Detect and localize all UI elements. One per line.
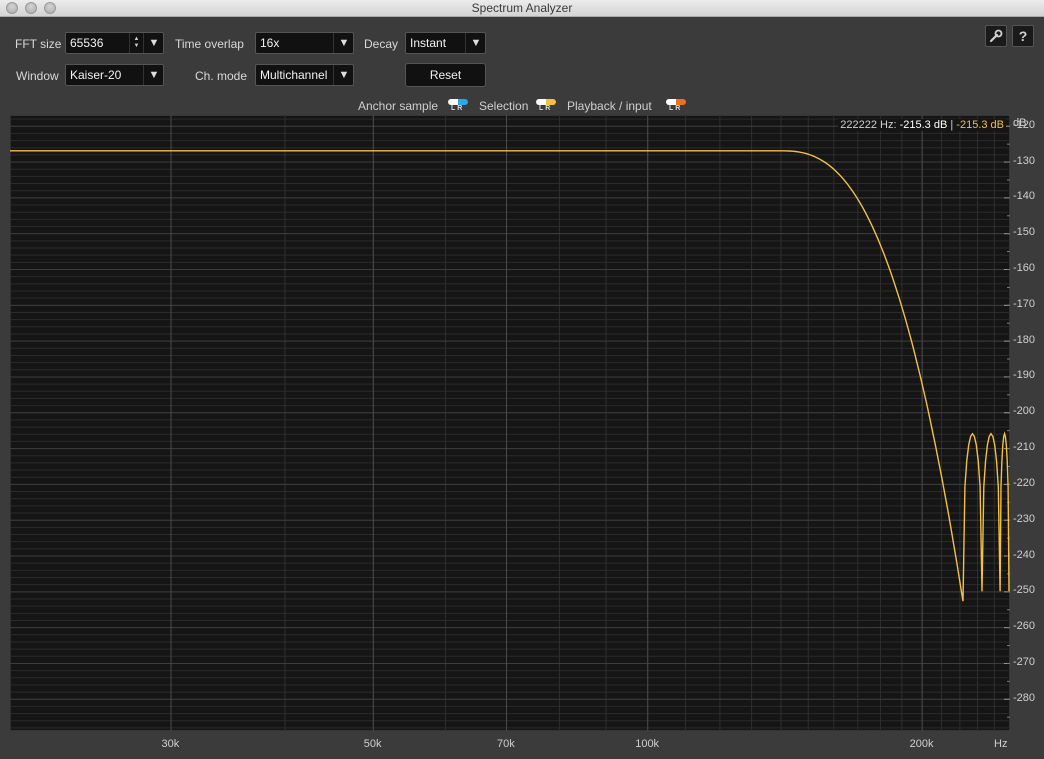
time-overlap-value: 16x <box>260 36 280 50</box>
y-tick-label: -240 <box>1013 548 1036 561</box>
y-tick-label: -280 <box>1013 691 1036 704</box>
decay-select[interactable]: Instant ▼ <box>405 32 486 54</box>
plot-background <box>10 115 1010 731</box>
y-tick-label: -170 <box>1013 297 1036 310</box>
decay-value: Instant <box>410 36 447 50</box>
wrench-icon <box>989 29 1003 43</box>
ch-mode-label: Ch. mode <box>195 69 248 83</box>
y-tick-label: -180 <box>1013 333 1036 346</box>
legend-anchor-label: Anchor sample <box>358 99 439 113</box>
x-tick-label: 50k <box>363 738 382 750</box>
x-tick-label: 200k <box>909 738 934 750</box>
help-button[interactable]: ? <box>1012 25 1034 47</box>
y-tick-label: -160 <box>1013 262 1036 274</box>
decay-label: Decay <box>364 37 399 51</box>
chevron-down-icon[interactable]: ▼ <box>333 33 354 53</box>
y-tick-label: -260 <box>1013 620 1036 633</box>
y-tick-label: -230 <box>1013 512 1036 525</box>
title-bar: Spectrum Analyzer <box>0 0 1044 17</box>
y-tick-label: -150 <box>1013 226 1036 239</box>
y-tick-label: -250 <box>1013 584 1036 597</box>
fft-size-value: 65536 <box>70 36 104 50</box>
settings-wrench-button[interactable] <box>985 25 1007 47</box>
legend-playback-lr: LR <box>669 105 683 112</box>
legend-selection-label: Selection <box>479 99 529 113</box>
y-tick-label: -140 <box>1013 190 1036 203</box>
chevron-down-icon[interactable]: ▼ <box>143 33 164 53</box>
chevron-down-icon[interactable]: ▼ <box>465 33 486 53</box>
ch-mode-select[interactable]: Multichannel ▼ <box>255 64 354 86</box>
cursor-readout: 222222 Hz: -215.3 dB | -215.3 dB <box>838 119 1006 131</box>
ch-mode-value: Multichannel <box>260 68 328 82</box>
y-tick-label: -220 <box>1013 476 1036 489</box>
readout-left-value: -215.3 dB <box>899 119 948 131</box>
y-tick-label: -210 <box>1013 441 1036 454</box>
y-tick-label: -130 <box>1013 154 1036 167</box>
time-overlap-label: Time overlap <box>175 37 244 51</box>
fft-size-select[interactable]: 65536 ▲ ▼ ▼ <box>65 32 164 54</box>
x-tick-label: 100k <box>635 738 660 750</box>
y-tick-label: -120 <box>1013 118 1036 131</box>
y-tick-label: -270 <box>1013 655 1036 668</box>
y-tick-label: -200 <box>1013 405 1036 418</box>
readout-separator: | <box>950 119 954 131</box>
fft-size-stepper[interactable]: ▲ ▼ <box>129 33 143 53</box>
readout-right-value: -215.3 dB <box>956 119 1004 131</box>
reset-button[interactable]: Reset <box>405 63 486 87</box>
window-label: Window <box>16 69 59 83</box>
fft-size-label: FFT size <box>15 37 62 51</box>
y-tick-label: -190 <box>1013 369 1036 382</box>
help-icon: ? <box>1018 28 1028 44</box>
legend-anchor-lr: LR <box>451 105 465 112</box>
readout-frequency: 222222 Hz: <box>840 119 897 131</box>
chevron-down-icon[interactable]: ▼ <box>333 65 354 85</box>
x-unit-label: Hz <box>994 738 1008 750</box>
window-select[interactable]: Kaiser-20 ▼ <box>65 64 164 86</box>
window-title: Spectrum Analyzer <box>471 1 573 15</box>
legend-playback-label: Playback / input <box>567 99 652 113</box>
x-tick-label: 30k <box>161 738 180 750</box>
window-value: Kaiser-20 <box>70 68 122 82</box>
time-overlap-select[interactable]: 16x ▼ <box>255 32 354 54</box>
legend-selection-lr: LR <box>539 105 553 112</box>
chevron-down-icon[interactable]: ▼ <box>143 65 164 85</box>
x-tick-label: 70k <box>497 738 515 750</box>
spectrum-plot[interactable] <box>10 115 1010 731</box>
